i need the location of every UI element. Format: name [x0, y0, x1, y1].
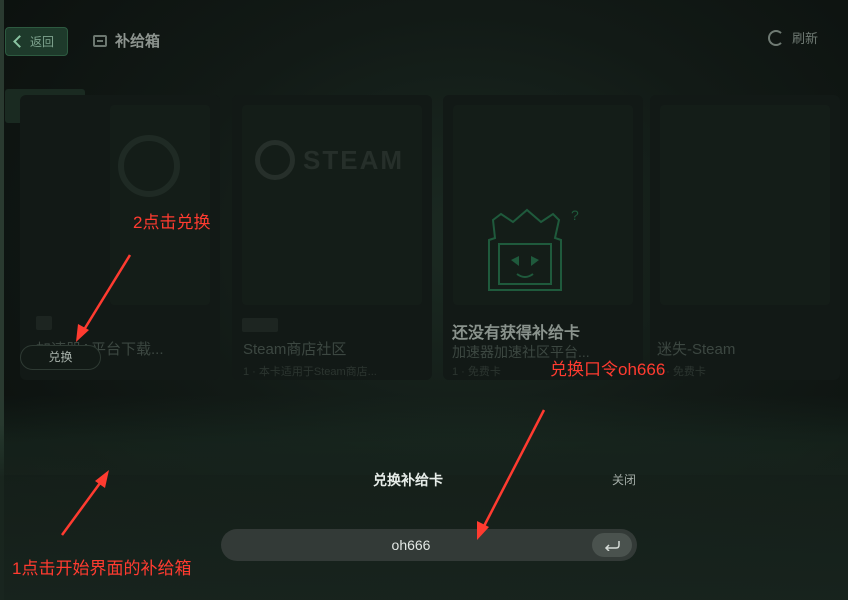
- back-button[interactable]: 返回: [5, 27, 68, 56]
- redeem-button[interactable]: 兑换: [20, 345, 101, 370]
- code-input-wrapper: [221, 529, 637, 561]
- back-button-label: 返回: [30, 35, 55, 49]
- refresh-button[interactable]: 刷新: [767, 28, 818, 47]
- supply-box-window: 返回 补给箱 刷新 全部 试用卡 福利卡 划算卡 道具卡 STEAM 加速器A平…: [0, 0, 848, 600]
- annotation-step3: 兑换口令oh666: [550, 360, 666, 379]
- steam-logo: STEAM: [255, 140, 404, 180]
- modal-close-button[interactable]: 关闭: [612, 471, 636, 488]
- card-name: Steam商店社区: [243, 341, 347, 358]
- circle-logo-icon: [118, 135, 180, 197]
- steam-logo-text: STEAM: [303, 144, 404, 175]
- annotation-step2: 2点击兑换: [133, 213, 211, 232]
- chevron-left-icon: [13, 35, 26, 48]
- enter-icon: [604, 541, 620, 551]
- empty-state-text: 还没有获得补给卡: [452, 325, 581, 342]
- box-icon: [93, 34, 107, 47]
- annotation-step1: 1点击开始界面的补给箱: [12, 559, 192, 578]
- card-sub: 1 · 本卡适用于Steam商店...: [243, 366, 377, 378]
- refresh-icon: [767, 29, 784, 46]
- page-title-group: 补给箱: [93, 30, 160, 51]
- card-name: 迷失-Steam: [657, 341, 736, 358]
- steam-icon: [255, 140, 295, 180]
- modal-title: 兑换补给卡: [373, 472, 443, 488]
- card-tag: [242, 318, 278, 332]
- card-tag: [36, 316, 52, 330]
- refresh-label: 刷新: [791, 31, 818, 46]
- card-sub: 1 · 免费卡: [452, 366, 501, 378]
- code-input[interactable]: [221, 529, 581, 561]
- svg-text:?: ?: [571, 208, 579, 223]
- submit-button[interactable]: [592, 533, 632, 557]
- page-title: 补给箱: [115, 33, 161, 50]
- empty-mascot-icon: ?: [488, 208, 579, 291]
